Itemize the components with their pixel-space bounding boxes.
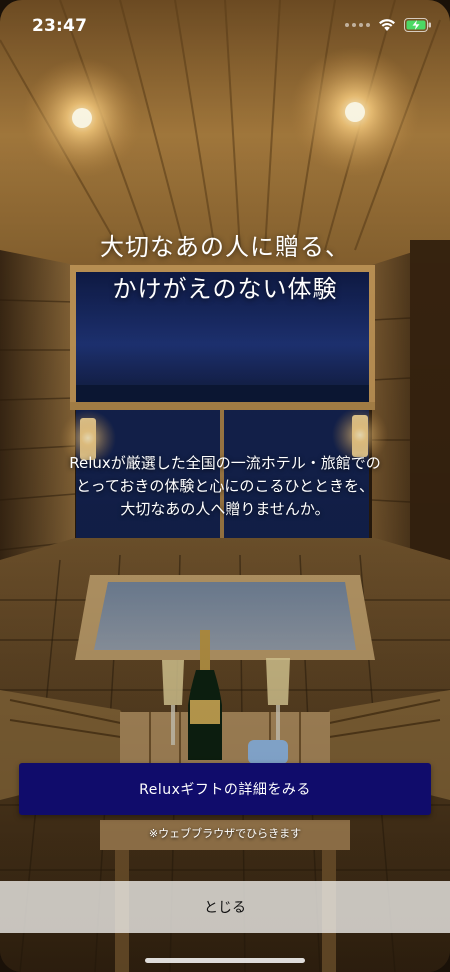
browser-note: ※ウェブブラウザでひらきます [148,827,302,840]
cellular-signal-icon [345,23,370,27]
battery-charging-icon [404,18,432,32]
close-button[interactable]: とじる [0,881,450,933]
description-line-2: とっておきの体験と心にのこるひとときを、 [76,477,374,495]
headline: 大切なあの人に贈る、 かけがえのない体験 [0,226,450,310]
home-indicator [145,958,305,963]
description-line-3: 大切なあの人へ贈りませんか。 [120,500,330,518]
headline-line-2: かけがえのない体験 [112,275,338,303]
status-icons [345,18,432,32]
description-line-1: Reluxが厳選した全国の一流ホテル・旅館での [69,454,381,472]
headline-line-1: 大切なあの人に贈る、 [100,233,350,261]
gift-details-button[interactable]: Reluxギフトの詳細をみる [19,763,431,815]
gift-intro-screen: 23:47 大切なあの人に贈る、 かけがえのない体験 Reluxが厳選した全国の… [0,0,450,972]
wifi-icon [378,18,396,32]
status-time: 23:47 [32,16,88,36]
status-bar: 23:47 [0,0,450,56]
description: Reluxが厳選した全国の一流ホテル・旅館での とっておきの体験と心にのこるひと… [0,452,450,521]
